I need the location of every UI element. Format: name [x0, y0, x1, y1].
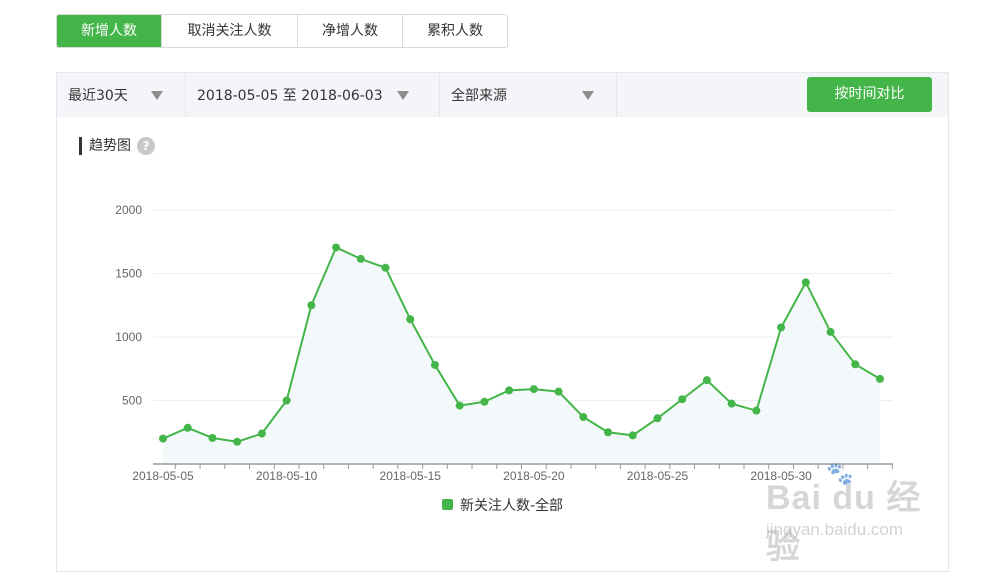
x-tick-label: 2018-05-20	[503, 469, 565, 483]
data-point	[752, 406, 761, 415]
y-tick-label: 2000	[115, 203, 142, 217]
data-point	[653, 414, 662, 423]
data-point	[579, 413, 588, 422]
data-point	[554, 387, 563, 396]
data-point	[480, 397, 489, 406]
data-point	[282, 396, 291, 405]
data-point	[678, 395, 687, 404]
data-point	[183, 423, 192, 432]
data-point	[332, 243, 341, 252]
watermark-logo: Bai du 经验	[766, 479, 922, 566]
data-point	[356, 254, 365, 263]
data-point	[876, 374, 884, 383]
data-point	[455, 401, 464, 410]
data-point	[628, 431, 637, 440]
legend-swatch	[442, 499, 453, 510]
data-point	[233, 437, 242, 446]
data-point	[307, 301, 316, 310]
y-tick-label: 1000	[115, 330, 142, 344]
data-point	[727, 399, 736, 408]
data-point	[159, 434, 167, 443]
x-tick-label: 2018-05-25	[627, 469, 689, 483]
legend-label: 新关注人数-全部	[460, 497, 563, 514]
data-point	[257, 429, 266, 438]
y-tick-label: 1500	[115, 267, 142, 281]
data-point	[826, 327, 835, 336]
data-point	[851, 360, 860, 369]
data-point	[430, 360, 439, 369]
data-point	[801, 278, 810, 287]
data-point	[702, 376, 711, 385]
x-tick-label: 2018-05-10	[256, 469, 318, 483]
data-point	[604, 428, 613, 437]
data-point	[406, 315, 415, 324]
data-point	[381, 263, 390, 272]
data-point	[505, 386, 514, 395]
watermark-url: jingyan.baidu.com	[766, 520, 904, 539]
x-tick-label: 2018-05-05	[132, 469, 194, 483]
data-point	[529, 385, 538, 394]
x-tick-label: 2018-05-15	[380, 469, 442, 483]
y-tick-label: 500	[122, 394, 142, 408]
data-point	[208, 433, 217, 442]
watermark: 🐾 Bai du 经验 jingyan.baidu.com	[762, 462, 952, 566]
data-point	[777, 323, 786, 332]
